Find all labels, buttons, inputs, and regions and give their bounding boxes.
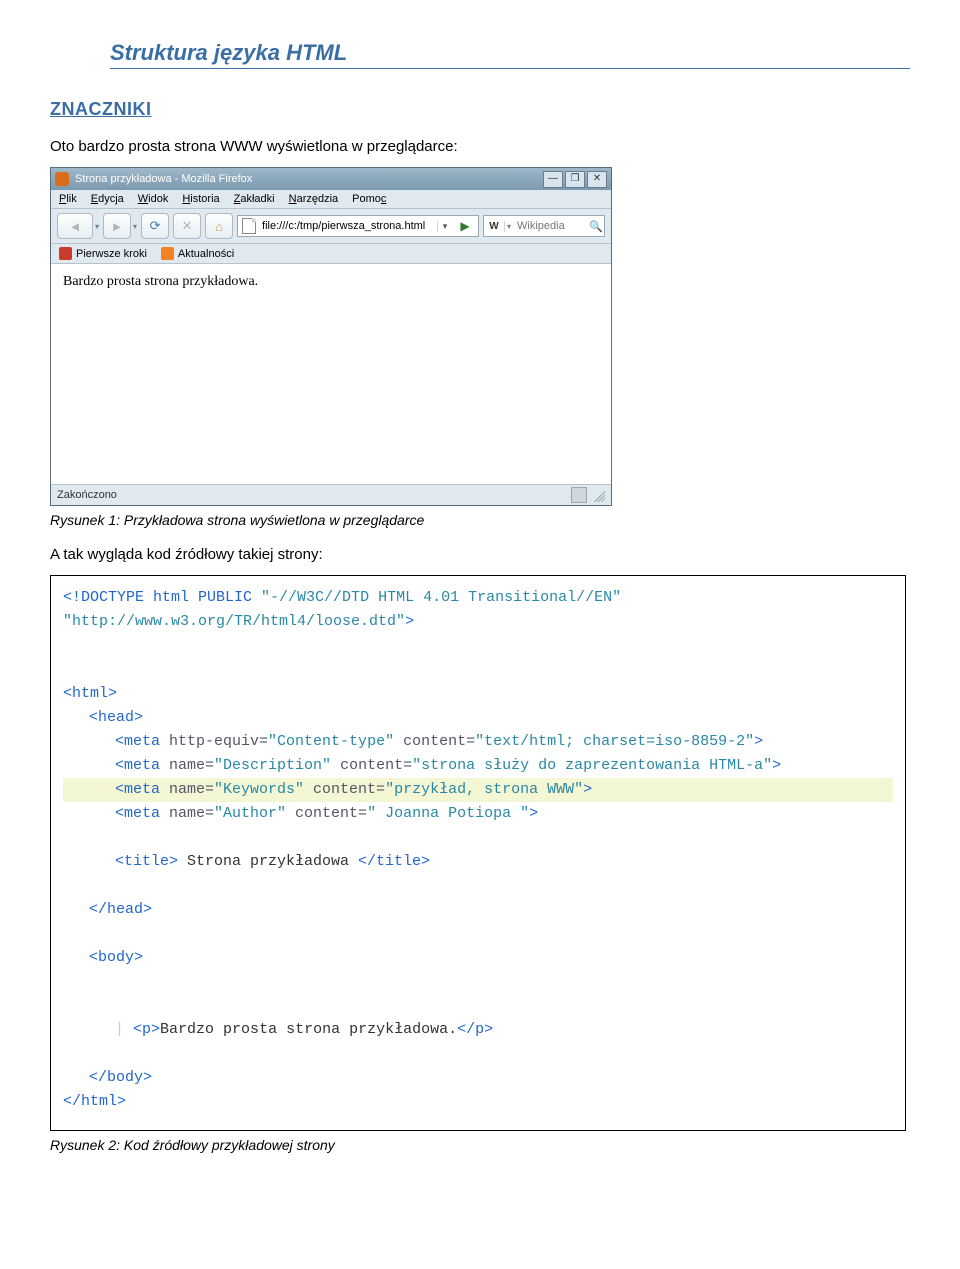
figure-1-caption: Rysunek 1: Przykładowa strona wyświetlon…: [50, 512, 910, 528]
search-box[interactable]: W ▾ Wikipedia 🔍: [483, 215, 605, 237]
bookmarks-toolbar: Pierwsze kroki Aktualności: [51, 244, 611, 264]
code-token: >: [405, 613, 414, 630]
page-content: Bardzo prosta strona przykładowa.: [51, 264, 611, 484]
browser-window: Strona przykładowa - Mozilla Firefox — ❐…: [50, 167, 612, 506]
statusbar: Zakończono: [51, 484, 611, 505]
menu-edycja[interactable]: Edycja: [91, 193, 124, 205]
code-token: "Author": [214, 805, 286, 822]
code-token: </title>: [358, 853, 430, 870]
bookmark-label: Aktualności: [178, 248, 234, 260]
code-token: <meta: [115, 733, 169, 750]
url-input[interactable]: [260, 219, 433, 233]
code-token: "przykład, strona WWW": [385, 781, 583, 798]
bookmark-icon: [59, 247, 72, 260]
search-engine-icon[interactable]: W: [484, 221, 505, 232]
code-token: content=: [286, 805, 367, 822]
url-bar[interactable]: ▾ ▶: [237, 215, 479, 237]
menu-zakladki[interactable]: Zakładki: [234, 193, 275, 205]
close-button[interactable]: ✕: [587, 171, 607, 188]
bookmark-aktualnosci[interactable]: Aktualności: [161, 247, 234, 260]
code-token: </html>: [63, 1093, 126, 1110]
code-token: <meta: [115, 805, 169, 822]
minimize-button[interactable]: —: [543, 171, 563, 188]
code-token: name=: [169, 781, 214, 798]
code-token: >: [583, 781, 592, 798]
menu-widok[interactable]: Widok: [138, 193, 169, 205]
menu-pomoc[interactable]: Pomoc: [352, 193, 386, 205]
section-heading-znaczniki: ZNACZNIKI: [50, 99, 910, 120]
code-token: <meta: [115, 781, 169, 798]
home-button[interactable]: ⌂: [205, 213, 233, 239]
forward-dropdown[interactable]: ▾: [133, 222, 137, 231]
code-token: content=: [331, 757, 412, 774]
rss-icon: [161, 247, 174, 260]
code-token: <html>: [63, 685, 117, 702]
menubar: Plik Edycja Widok Historia Zakładki Narz…: [51, 190, 611, 209]
back-dropdown[interactable]: ▾: [95, 222, 99, 231]
code-token: Strona przykładowa: [178, 853, 358, 870]
code-token: "Content-type": [268, 733, 394, 750]
menu-historia[interactable]: Historia: [182, 193, 219, 205]
go-button[interactable]: ▶: [456, 219, 474, 233]
code-token: "text/html; charset=iso-8859-2": [475, 733, 754, 750]
status-icon: [571, 487, 587, 503]
code-token: <!DOCTYPE html PUBLIC: [63, 589, 261, 606]
window-title: Strona przykładowa - Mozilla Firefox: [75, 173, 537, 185]
code-token: </body>: [89, 1069, 152, 1086]
code-token: "-//W3C//DTD HTML 4.01 Transitional//EN": [261, 589, 621, 606]
stop-button[interactable]: ✕: [173, 213, 201, 239]
code-token: <meta: [115, 757, 169, 774]
code-token: " Joanna Potiopa ": [367, 805, 529, 822]
back-button[interactable]: ◄: [57, 213, 93, 239]
code-token: Bardzo prosta strona przykładowa.: [160, 1021, 457, 1038]
page-icon: [242, 218, 256, 234]
source-code-figure: <!DOCTYPE html PUBLIC "-//W3C//DTD HTML …: [50, 575, 906, 1131]
bookmark-pierwsze-kroki[interactable]: Pierwsze kroki: [59, 247, 147, 260]
bookmark-label: Pierwsze kroki: [76, 248, 147, 260]
code-token: <p>: [133, 1021, 160, 1038]
code-token: http-equiv=: [169, 733, 268, 750]
mid-text: A tak wygląda kod źródłowy takiej strony…: [50, 546, 910, 563]
code-token: </p>: [457, 1021, 493, 1038]
titlebar: Strona przykładowa - Mozilla Firefox — ❐…: [51, 168, 611, 190]
status-text: Zakończono: [57, 489, 567, 501]
search-placeholder[interactable]: Wikipedia: [513, 220, 588, 232]
nav-toolbar: ◄ ▾ ► ▾ ⟳ ✕ ⌂ ▾ ▶ W ▾ Wikipedia 🔍: [51, 209, 611, 244]
intro-text: Oto bardzo prosta strona WWW wyświetlona…: [50, 138, 910, 155]
code-token: "Keywords": [214, 781, 304, 798]
code-token: >: [772, 757, 781, 774]
search-icon[interactable]: 🔍: [588, 220, 604, 233]
code-token: content=: [394, 733, 475, 750]
code-token: <head>: [89, 709, 143, 726]
code-token: <title>: [115, 853, 178, 870]
menu-narzedzia[interactable]: Narzędzia: [289, 193, 339, 205]
firefox-icon: [55, 172, 69, 186]
page-body-text: Bardzo prosta strona przykładowa.: [63, 274, 258, 289]
code-token: content=: [304, 781, 385, 798]
search-dropdown[interactable]: ▾: [507, 222, 511, 231]
maximize-button[interactable]: ❐: [565, 171, 585, 188]
forward-button[interactable]: ►: [103, 213, 131, 239]
code-token: "http://www.w3.org/TR/html4/loose.dtd": [63, 613, 405, 630]
code-token: >: [529, 805, 538, 822]
figure-2-caption: Rysunek 2: Kod źródłowy przykładowej str…: [50, 1137, 910, 1153]
resize-grip[interactable]: [591, 488, 605, 502]
code-token: <body>: [89, 949, 143, 966]
url-dropdown[interactable]: ▾: [437, 221, 452, 232]
code-token: name=: [169, 757, 214, 774]
menu-plik[interactable]: Plik: [59, 193, 77, 205]
page-title: Struktura języka HTML: [110, 40, 910, 69]
code-token: >: [754, 733, 763, 750]
code-token: name=: [169, 805, 214, 822]
code-token: "strona służy do zaprezentowania HTML-a": [412, 757, 772, 774]
reload-button[interactable]: ⟳: [141, 213, 169, 239]
code-token: "Description": [214, 757, 331, 774]
code-token: </head>: [89, 901, 152, 918]
